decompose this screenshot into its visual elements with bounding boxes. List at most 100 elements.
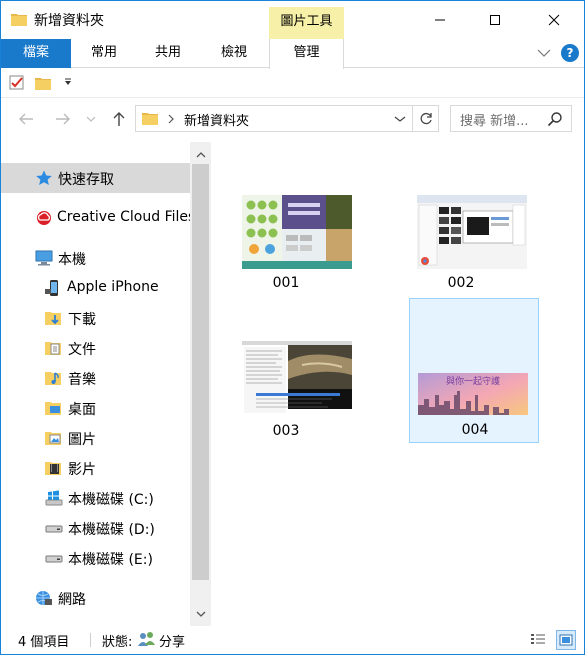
- help-button[interactable]: ?: [561, 44, 579, 62]
- computer-icon: [35, 250, 53, 266]
- chevron-down-icon[interactable]: [536, 46, 552, 60]
- scroll-down-button[interactable]: [190, 604, 211, 624]
- file-name[interactable]: 001: [221, 275, 351, 291]
- address-row: 新增資料夾 搜尋 新增...: [1, 98, 584, 142]
- large-icons-view-button[interactable]: [556, 630, 576, 650]
- documents-icon: [45, 342, 61, 355]
- customize-toolbar-icon[interactable]: [63, 78, 73, 88]
- explorer-window: 新增資料夾 圖片工具 檔案 常用 共用 檢視 管理 ? 新增資料夾 搜尋 新增.…: [0, 0, 585, 655]
- item-count: 4 個項目: [18, 635, 70, 650]
- network-icon: [36, 591, 52, 605]
- breadcrumb-chevron-icon[interactable]: [167, 114, 175, 124]
- file-list: 001 002 003 與你一起守護 004: [211, 142, 584, 626]
- refresh-icon: [420, 112, 432, 124]
- nav-item-label: 本機磁碟 (D:): [68, 522, 155, 538]
- new-folder-icon[interactable]: [35, 76, 51, 90]
- nav-item-music[interactable]: 音樂: [1, 363, 190, 393]
- file-name[interactable]: 002: [396, 275, 526, 291]
- search-box[interactable]: 搜尋 新增...: [450, 105, 572, 132]
- file-tile[interactable]: 001: [221, 150, 352, 295]
- nav-item-drive-e[interactable]: 本機磁碟 (E:): [1, 543, 190, 573]
- image-thumbnail: 與你一起守護: [418, 373, 528, 415]
- nav-item-label: 快速存取: [58, 172, 114, 188]
- tab-view[interactable]: 檢視: [209, 39, 259, 68]
- music-icon: [45, 372, 61, 385]
- search-input[interactable]: 搜尋 新增...: [460, 110, 529, 129]
- address-bar[interactable]: 新增資料夾: [135, 105, 413, 132]
- nav-item-drive-c[interactable]: 本機磁碟 (C:): [1, 483, 190, 513]
- close-button[interactable]: [531, 1, 577, 39]
- tab-file[interactable]: 檔案: [1, 39, 71, 68]
- banner-text: 與你一起守護: [446, 375, 500, 387]
- tab-home[interactable]: 常用: [79, 39, 129, 68]
- divider: [90, 633, 91, 647]
- status-bar: 4 個項目 狀態: 分享: [1, 626, 584, 654]
- nav-item-label: 圖片: [68, 432, 96, 448]
- refresh-button[interactable]: [413, 105, 439, 132]
- properties-check-icon[interactable]: [9, 75, 25, 91]
- nav-item-label: 本機磁碟 (C:): [68, 492, 154, 508]
- tab-share[interactable]: 共用: [143, 39, 193, 68]
- nav-item-downloads[interactable]: 下載: [1, 303, 190, 333]
- picture-tools-tab-group: 圖片工具: [269, 7, 344, 39]
- nav-item-quick-access[interactable]: 快速存取: [1, 163, 190, 193]
- image-thumbnail: [242, 195, 352, 269]
- minimize-button[interactable]: [417, 1, 463, 39]
- arrow-up-icon: [113, 112, 125, 126]
- tab-manage[interactable]: 管理: [269, 39, 344, 69]
- desktop-icon: [45, 402, 61, 415]
- navigation-pane: 快速存取 Creative Cloud Files 本機 Apple iPhon…: [1, 142, 211, 626]
- window-title: 新增資料夾: [34, 13, 104, 29]
- maximize-icon: [490, 15, 500, 25]
- chevron-up-icon: [196, 151, 205, 157]
- scroll-thumb[interactable]: [192, 164, 209, 580]
- nav-item-apple-iphone[interactable]: Apple iPhone: [1, 273, 190, 303]
- iphone-icon: [45, 280, 58, 296]
- file-name[interactable]: 004: [410, 422, 540, 438]
- chevron-down-icon[interactable]: [394, 115, 406, 123]
- pictures-icon: [45, 432, 61, 445]
- folder-icon: [11, 14, 27, 26]
- details-view-icon: [531, 634, 545, 644]
- large-icons-view-icon: [559, 634, 573, 646]
- title-bar: 新增資料夾 圖片工具: [1, 1, 584, 39]
- windows-drive-icon: [45, 490, 63, 506]
- nav-item-label: 本機: [58, 252, 86, 268]
- nav-item-label: Creative Cloud Files: [57, 209, 196, 225]
- file-tile[interactable]: 002: [396, 150, 527, 295]
- nav-item-label: 桌面: [68, 402, 96, 418]
- nav-item-this-pc[interactable]: 本機: [1, 243, 190, 273]
- nav-item-videos[interactable]: 影片: [1, 453, 190, 483]
- nav-item-creative-cloud-files[interactable]: Creative Cloud Files: [1, 203, 195, 233]
- file-name[interactable]: 003: [221, 423, 351, 439]
- nav-item-label: 影片: [68, 462, 96, 478]
- drive-icon: [45, 555, 63, 563]
- recent-locations-button[interactable]: [84, 108, 98, 130]
- nav-item-network[interactable]: 網路: [1, 583, 190, 613]
- quick-access-toolbar: [1, 68, 584, 98]
- star-icon: [36, 170, 52, 185]
- back-button[interactable]: [15, 108, 37, 130]
- forward-button[interactable]: [52, 108, 74, 130]
- nav-pane-scrollbar[interactable]: [190, 142, 211, 626]
- scroll-up-button[interactable]: [190, 144, 211, 164]
- up-button[interactable]: [108, 108, 130, 130]
- nav-item-documents[interactable]: 文件: [1, 333, 190, 363]
- nav-item-drive-d[interactable]: 本機磁碟 (D:): [1, 513, 190, 543]
- chevron-down-icon: [86, 116, 96, 122]
- maximize-button[interactable]: [472, 1, 518, 39]
- chevron-down-icon: [196, 611, 205, 617]
- file-tile[interactable]: 003: [221, 298, 352, 443]
- nav-item-desktop[interactable]: 桌面: [1, 393, 190, 423]
- address-path[interactable]: 新增資料夾: [184, 110, 249, 129]
- nav-item-pictures[interactable]: 圖片: [1, 423, 190, 453]
- search-icon: [547, 112, 562, 127]
- creative-cloud-icon: [37, 211, 51, 225]
- file-tile-selected[interactable]: 與你一起守護 004: [409, 298, 539, 443]
- nav-item-label: 下載: [68, 312, 96, 328]
- arrow-right-icon: [56, 113, 70, 125]
- status-label: 狀態:: [102, 635, 133, 650]
- details-view-button[interactable]: [528, 630, 548, 650]
- nav-item-label: Apple iPhone: [67, 279, 159, 295]
- image-thumbnail: [417, 195, 527, 269]
